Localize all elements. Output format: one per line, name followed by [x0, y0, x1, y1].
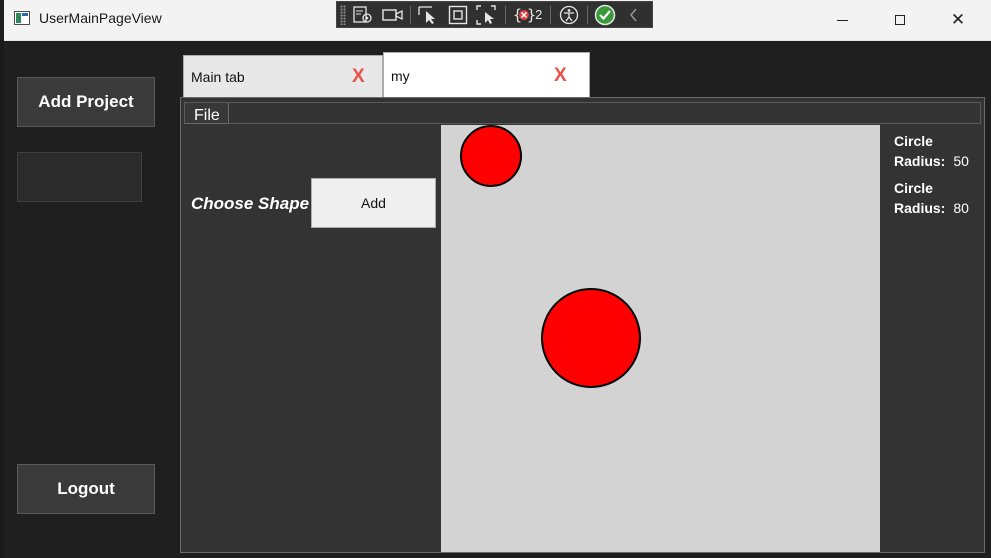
radius-value: 80 [953, 200, 969, 216]
binding-failures-count: 2 [535, 7, 543, 22]
shape-type: Circle [894, 180, 933, 196]
tab-close-button[interactable]: X [352, 66, 365, 88]
drawing-canvas[interactable] [441, 125, 880, 552]
shape-list-item[interactable]: Circle Radius: 50 [894, 131, 984, 171]
track-focused-element-icon[interactable] [476, 4, 499, 26]
tab-my[interactable]: my X [383, 52, 590, 98]
tab-label: Main tab [191, 68, 245, 85]
close-window-button[interactable]: ✕ [929, 0, 987, 40]
close-icon: ✕ [950, 9, 966, 30]
canvas-circle-shape[interactable] [460, 125, 522, 187]
canvas-circle-shape[interactable] [541, 288, 641, 388]
tab-label: my [391, 67, 410, 84]
select-element-icon[interactable] [417, 4, 440, 26]
shape-type: Circle [894, 133, 933, 149]
toolbar-separator [504, 5, 506, 24]
collapse-toolbar-chevron-left-icon[interactable] [623, 4, 646, 26]
sidebar-empty-panel [17, 152, 142, 202]
toolbar-separator [586, 5, 588, 24]
maximize-button[interactable] [871, 0, 929, 40]
add-project-button[interactable]: Add Project [17, 77, 155, 127]
window-title: UserMainPageView [39, 10, 162, 26]
radius-value: 50 [953, 153, 969, 169]
toolbar-separator [550, 5, 552, 24]
minimize-icon [836, 19, 848, 21]
radius-label: Radius: [894, 153, 946, 169]
maximize-icon [895, 15, 905, 25]
tab-close-button[interactable]: X [554, 65, 567, 87]
app-window-icon [14, 11, 30, 25]
menu-bar: File [184, 102, 981, 124]
record-video-icon[interactable] [381, 4, 404, 26]
toolbar-grip-icon[interactable] [340, 4, 346, 25]
add-shape-button[interactable]: Add [311, 178, 436, 228]
menu-file[interactable]: File [185, 103, 229, 124]
tab-content-pane: File Choose Shape Add Circle Radius: 50 … [180, 97, 985, 553]
left-edge-strip [0, 40, 4, 558]
accessibility-icon[interactable] [557, 4, 580, 26]
display-layout-adorners-icon[interactable] [446, 4, 469, 26]
radius-label: Radius: [894, 200, 946, 216]
hot-reload-status-icon[interactable] [594, 4, 617, 26]
toolbar-separator [410, 5, 412, 24]
logout-button[interactable]: Logout [17, 464, 155, 514]
minimize-button[interactable] [813, 0, 871, 40]
live-visual-tree-icon[interactable] [352, 4, 375, 26]
tab-main[interactable]: Main tab X [183, 55, 383, 98]
shape-list: Circle Radius: 50 Circle Radius: 80 [894, 131, 984, 225]
choose-shape-label: Choose Shape [191, 194, 310, 213]
xaml-debug-toolbar: {} 2 [336, 1, 653, 28]
binding-failures-icon[interactable]: {} [512, 4, 535, 26]
shape-list-item[interactable]: Circle Radius: 80 [894, 178, 984, 218]
